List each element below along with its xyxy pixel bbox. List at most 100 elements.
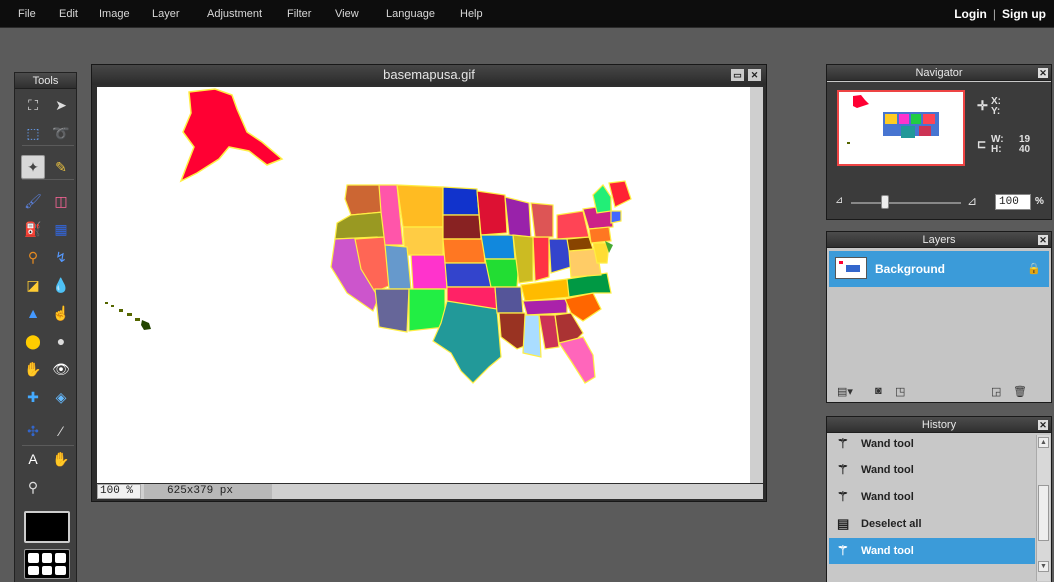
tool-separator xyxy=(22,179,74,180)
zoom-in-icon[interactable]: ⊿ xyxy=(967,194,977,208)
scroll-down-icon[interactable]: ▼ xyxy=(1038,561,1049,572)
color-options[interactable] xyxy=(24,549,70,579)
history-close-icon[interactable]: ✕ xyxy=(1038,420,1048,430)
alaska-shape xyxy=(179,88,284,183)
menu-layer[interactable]: Layer xyxy=(152,8,180,20)
pinch-icon[interactable]: ✣ xyxy=(21,419,45,443)
history-item[interactable]: ▤ Deselect all xyxy=(829,511,1035,537)
menu-language[interactable]: Language xyxy=(386,8,435,20)
foreground-color-swatch[interactable] xyxy=(24,511,70,543)
layers-panel: Layers ✕ Background 🔒 ▤▾ ◙ ◳ ◲ 🗑 xyxy=(826,231,1052,403)
marquee-icon[interactable]: ⬚ xyxy=(21,121,45,145)
login-link[interactable]: Login xyxy=(954,7,987,21)
fill-bucket-icon[interactable]: ⛽ xyxy=(21,217,45,241)
magic-wand-icon[interactable]: ✦ xyxy=(21,155,45,179)
layer-thumbnail xyxy=(835,257,867,279)
clone-stamp-icon[interactable]: ⚲ xyxy=(21,245,45,269)
menu-bar: File Edit Image Layer Adjustment Filter … xyxy=(0,0,1054,28)
close-icon[interactable]: ✕ xyxy=(748,69,761,81)
sponge-icon[interactable]: ⬤ xyxy=(21,329,45,353)
new-layer-icon[interactable]: ◲ xyxy=(991,385,1001,398)
brush-icon[interactable]: 🖌 xyxy=(21,189,45,213)
h-value: 40 xyxy=(1019,144,1031,155)
menu-image[interactable]: Image xyxy=(99,8,130,20)
color-picker-icon[interactable]: ⁄ xyxy=(49,419,73,443)
zoom-icon[interactable]: ⚲ xyxy=(21,475,45,499)
navigator-thumbnail[interactable] xyxy=(837,90,965,166)
auth-links: Login | Sign up xyxy=(954,7,1046,21)
type-icon[interactable]: A xyxy=(21,447,45,471)
dodge-icon[interactable]: ● xyxy=(49,329,73,353)
selection-size-icon: ⊏ xyxy=(977,139,987,151)
menu-help[interactable]: Help xyxy=(460,8,483,20)
scroll-thumb[interactable] xyxy=(1038,485,1049,541)
magic-wand-icon: ⚚ xyxy=(837,489,849,504)
layers-close-icon[interactable]: ✕ xyxy=(1038,235,1048,245)
auth-separator: | xyxy=(992,7,996,21)
menu-filter[interactable]: Filter xyxy=(287,8,311,20)
navigator-panel: Navigator ✕ ✛ X: Y: ⊏ W: H: 19 40 ⊿ ⊿ 10… xyxy=(826,64,1052,220)
delete-layer-icon[interactable]: 🗑 xyxy=(1013,385,1027,398)
scroll-up-icon[interactable]: ▲ xyxy=(1038,437,1049,448)
blur-icon[interactable]: 💧 xyxy=(49,273,73,297)
hand-icon[interactable]: ✋ xyxy=(49,447,73,471)
zoom-unit: % xyxy=(1035,196,1044,207)
crop-icon[interactable]: ⛶ xyxy=(21,93,45,117)
spot-heal-icon[interactable]: ✚ xyxy=(21,385,45,409)
contiguous-us-shape xyxy=(330,180,632,384)
vertical-scrollbar[interactable] xyxy=(750,87,763,483)
tools-title: Tools xyxy=(15,73,76,89)
zoom-out-icon[interactable]: ⊿ xyxy=(835,195,843,206)
history-scrollbar[interactable]: ▲ ▼ xyxy=(1036,435,1050,581)
maximize-icon[interactable]: ▭ xyxy=(731,69,744,81)
status-bar: 100 % 625x379 px xyxy=(97,484,763,499)
menu-view[interactable]: View xyxy=(335,8,359,20)
image-canvas[interactable] xyxy=(97,87,750,483)
move-icon[interactable]: ➤ xyxy=(49,93,73,117)
zoom-slider-track[interactable] xyxy=(851,202,961,204)
lasso-icon[interactable]: ➰ xyxy=(49,121,73,145)
burn-icon[interactable]: ✋ xyxy=(21,357,45,381)
tool-separator xyxy=(22,145,74,146)
hawaii-shape xyxy=(105,302,151,330)
magic-wand-icon: ⚚ xyxy=(837,436,849,451)
color-replace-icon[interactable]: ↯ xyxy=(49,245,73,269)
signup-link[interactable]: Sign up xyxy=(1002,7,1046,21)
gradient-icon[interactable]: ▦ xyxy=(49,217,73,241)
history-item-selected[interactable]: ⚚ Wand tool xyxy=(829,538,1035,564)
layer-name: Background xyxy=(875,262,946,276)
history-item[interactable]: ⚚ Wand tool xyxy=(829,457,1035,483)
eraser-icon[interactable]: ◫ xyxy=(49,189,73,213)
layer-mask-icon[interactable]: ◙ xyxy=(875,385,882,397)
navigator-zoom-input[interactable]: 100 xyxy=(995,194,1031,210)
menu-file[interactable]: File xyxy=(18,8,36,20)
layers-toolbar: ▤▾ ◙ ◳ ◲ 🗑 xyxy=(827,383,1051,401)
pencil-icon[interactable]: ✎ xyxy=(49,155,73,179)
smudge-icon[interactable]: ☝ xyxy=(49,301,73,325)
bloat-icon[interactable]: ◈ xyxy=(49,385,73,409)
layers-title: Layers ✕ xyxy=(827,232,1051,248)
sharpen-icon[interactable]: ▲ xyxy=(21,301,45,325)
document-window: basemapusa.gif ▭ ✕ 100 % 625x379 px xyxy=(91,64,767,502)
navigator-close-icon[interactable]: ✕ xyxy=(1038,68,1048,78)
lock-icon[interactable]: 🔒 xyxy=(1027,262,1041,275)
drawing-icon[interactable]: ◪ xyxy=(21,273,45,297)
history-item[interactable]: ⚚ Wand tool xyxy=(829,431,1035,457)
layer-settings-icon[interactable]: ▤▾ xyxy=(837,385,853,398)
zoom-level[interactable]: 100 % xyxy=(97,484,141,499)
menu-adjustment[interactable]: Adjustment xyxy=(207,8,262,20)
usa-map-image xyxy=(105,88,632,384)
history-panel: History ✕ ⚚ Wand tool ⚚ Wand tool ⚚ Wand too… xyxy=(826,416,1052,582)
menu-edit[interactable]: Edit xyxy=(59,8,78,20)
layer-style-icon[interactable]: ◳ xyxy=(895,385,905,398)
crosshair-icon: ✛ xyxy=(977,98,988,113)
magic-wand-icon: ⚚ xyxy=(837,543,849,558)
deselect-icon: ▤ xyxy=(837,516,850,531)
zoom-slider-handle[interactable] xyxy=(881,195,889,209)
navigator-title: Navigator ✕ xyxy=(827,65,1051,81)
y-label: Y: xyxy=(991,106,1001,117)
red-eye-icon[interactable]: 👁 xyxy=(49,357,73,381)
layer-row-background[interactable]: Background 🔒 xyxy=(829,251,1049,287)
navigator-body: ✛ X: Y: ⊏ W: H: 19 40 ⊿ ⊿ 100 % xyxy=(827,82,1051,219)
history-item[interactable]: ⚚ Wand tool xyxy=(829,484,1035,510)
